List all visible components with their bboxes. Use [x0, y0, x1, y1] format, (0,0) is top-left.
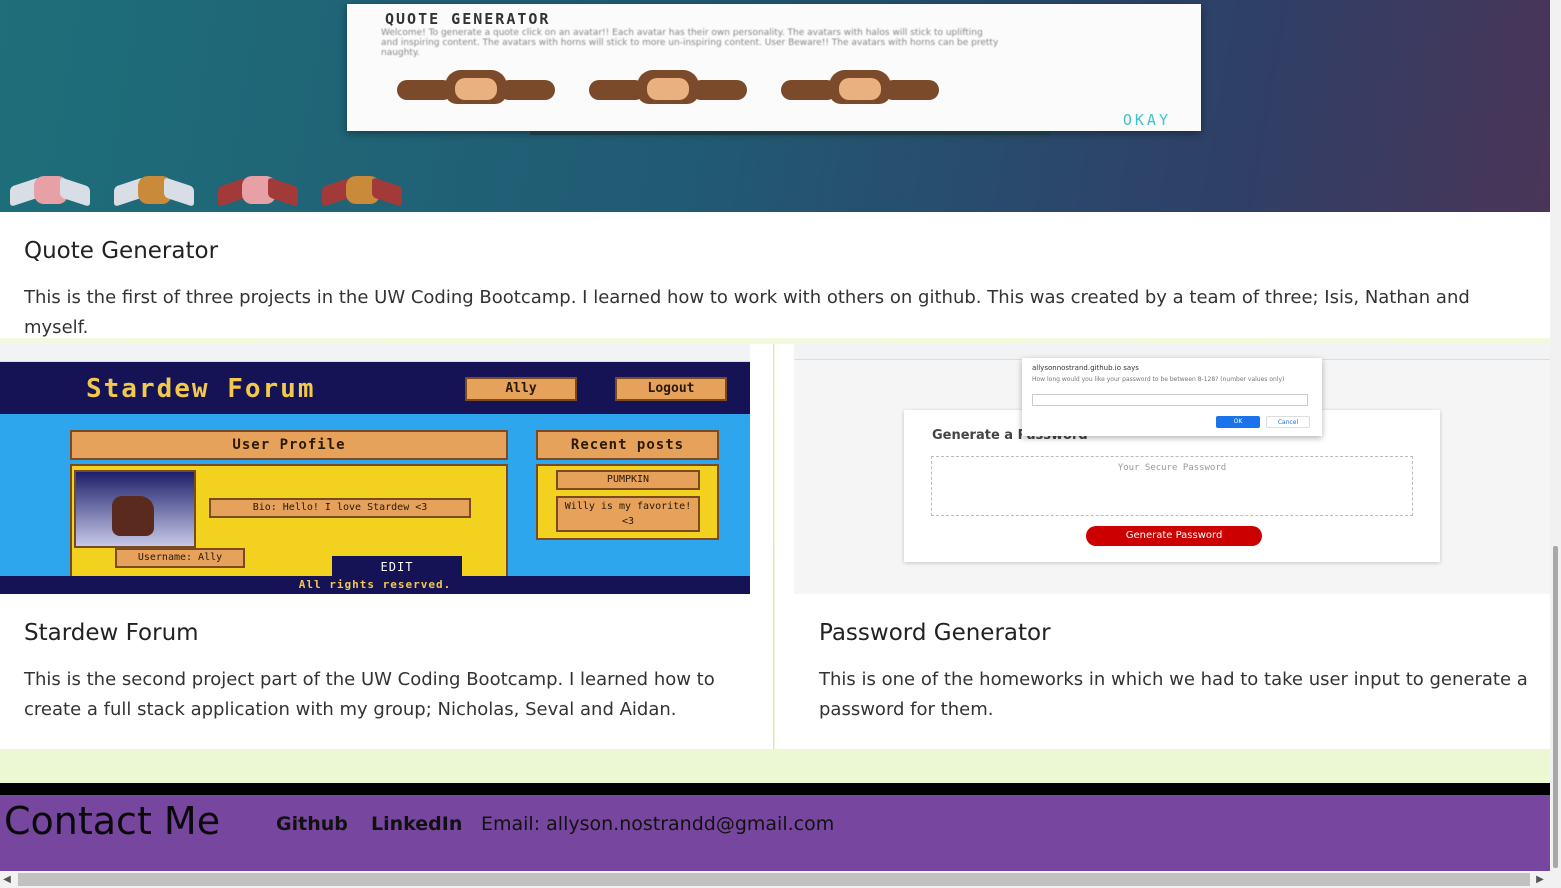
stardew-site-title: Stardew Forum: [86, 374, 316, 404]
footer-divider: [0, 783, 1550, 795]
recent-posts-tab: Recent posts: [536, 430, 719, 460]
contact-footer: Contact Me Github LinkedIn Email: allyso…: [0, 795, 1550, 871]
prompt-dialog: allysonnostrand.github.io says How long …: [1022, 358, 1322, 436]
horizontal-scroll-thumb[interactable]: [18, 873, 1530, 886]
username-chip: Username: Ally: [115, 548, 245, 568]
profile-picture: [74, 470, 196, 548]
dialog-cancel-button: Cancel: [1266, 416, 1310, 428]
quote-modal: QUOTE GENERATOR Welcome! To generate a q…: [347, 4, 1201, 131]
hear-no-evil-monkey-icon: [589, 70, 747, 104]
monkey-row: [397, 70, 939, 104]
angel-cat-avatar-icon: [114, 172, 194, 207]
bio-chip: Bio: Hello! I love Stardew <3: [209, 498, 471, 518]
devil-cat-avatar-icon: [322, 172, 402, 207]
modal-shadow: [530, 131, 1050, 135]
dialog-title: allysonnostrand.github.io says: [1032, 364, 1139, 372]
quote-modal-title: QUOTE GENERATOR: [385, 10, 551, 28]
vertical-scrollbar[interactable]: [1550, 0, 1561, 871]
generate-password-button: Generate Password: [1086, 526, 1262, 546]
user-button: Ally: [465, 377, 577, 401]
scroll-left-arrow-icon[interactable]: ◀: [0, 871, 14, 888]
avatar-row: [10, 172, 402, 207]
quote-modal-text: Welcome! To generate a quote click on an…: [381, 28, 999, 58]
portfolio-page: QUOTE GENERATOR Welcome! To generate a q…: [0, 0, 1561, 888]
password-generator-screenshot[interactable]: Generate a Password Your Secure Password…: [794, 344, 1550, 594]
post-chip: Willy is my favorite! <3: [556, 496, 700, 532]
linkedin-link[interactable]: LinkedIn: [371, 813, 462, 835]
chicken-icon: [112, 496, 154, 536]
github-link[interactable]: Github: [276, 813, 348, 835]
quote-generator-screenshot[interactable]: QUOTE GENERATOR Welcome! To generate a q…: [0, 0, 1550, 212]
stardew-footer: All rights reserved.: [0, 576, 750, 594]
project-title[interactable]: Stardew Forum: [24, 620, 199, 646]
project-description: This is the second project part of the U…: [24, 669, 715, 720]
vertical-scroll-thumb[interactable]: [1553, 546, 1558, 868]
speak-no-evil-monkey-icon: [781, 70, 939, 104]
horizontal-scrollbar[interactable]: ◀ ▶: [0, 871, 1561, 888]
stardew-header: Stardew Forum Ally Logout: [0, 362, 750, 414]
user-profile-tab: User Profile: [70, 430, 508, 460]
project-card-stardew-forum: Stardew Forum Ally Logout User Profile R…: [0, 344, 774, 749]
scroll-right-arrow-icon[interactable]: ▶: [1533, 871, 1547, 888]
project-title[interactable]: Quote Generator: [24, 238, 218, 264]
project-description: This is the first of three projects in t…: [24, 287, 1470, 338]
password-field: Your Secure Password: [931, 456, 1413, 516]
see-no-evil-monkey-icon: [397, 70, 555, 104]
project-card-password-generator: Generate a Password Your Secure Password…: [775, 344, 1550, 749]
angel-pig-avatar-icon: [10, 172, 90, 207]
dialog-input: [1032, 394, 1308, 406]
edit-button: EDIT: [332, 556, 462, 578]
contact-title: Contact Me: [4, 799, 221, 843]
email-text: Email: allyson.nostrandd@gmail.com: [481, 813, 835, 835]
logout-button: Logout: [615, 377, 727, 401]
dialog-ok-button: OK: [1216, 416, 1260, 428]
devil-pig-avatar-icon: [218, 172, 298, 207]
dialog-message: How long would you like your password to…: [1032, 376, 1285, 383]
browser-bar: [0, 344, 750, 362]
project-card-quote-generator: QUOTE GENERATOR Welcome! To generate a q…: [0, 0, 1550, 338]
project-description: This is one of the homeworks in which we…: [819, 669, 1528, 720]
post-chip: PUMPKIN: [556, 470, 700, 490]
project-title[interactable]: Password Generator: [819, 620, 1051, 646]
okay-button: OKAY: [1122, 111, 1171, 129]
stardew-forum-screenshot[interactable]: Stardew Forum Ally Logout User Profile R…: [0, 362, 750, 594]
